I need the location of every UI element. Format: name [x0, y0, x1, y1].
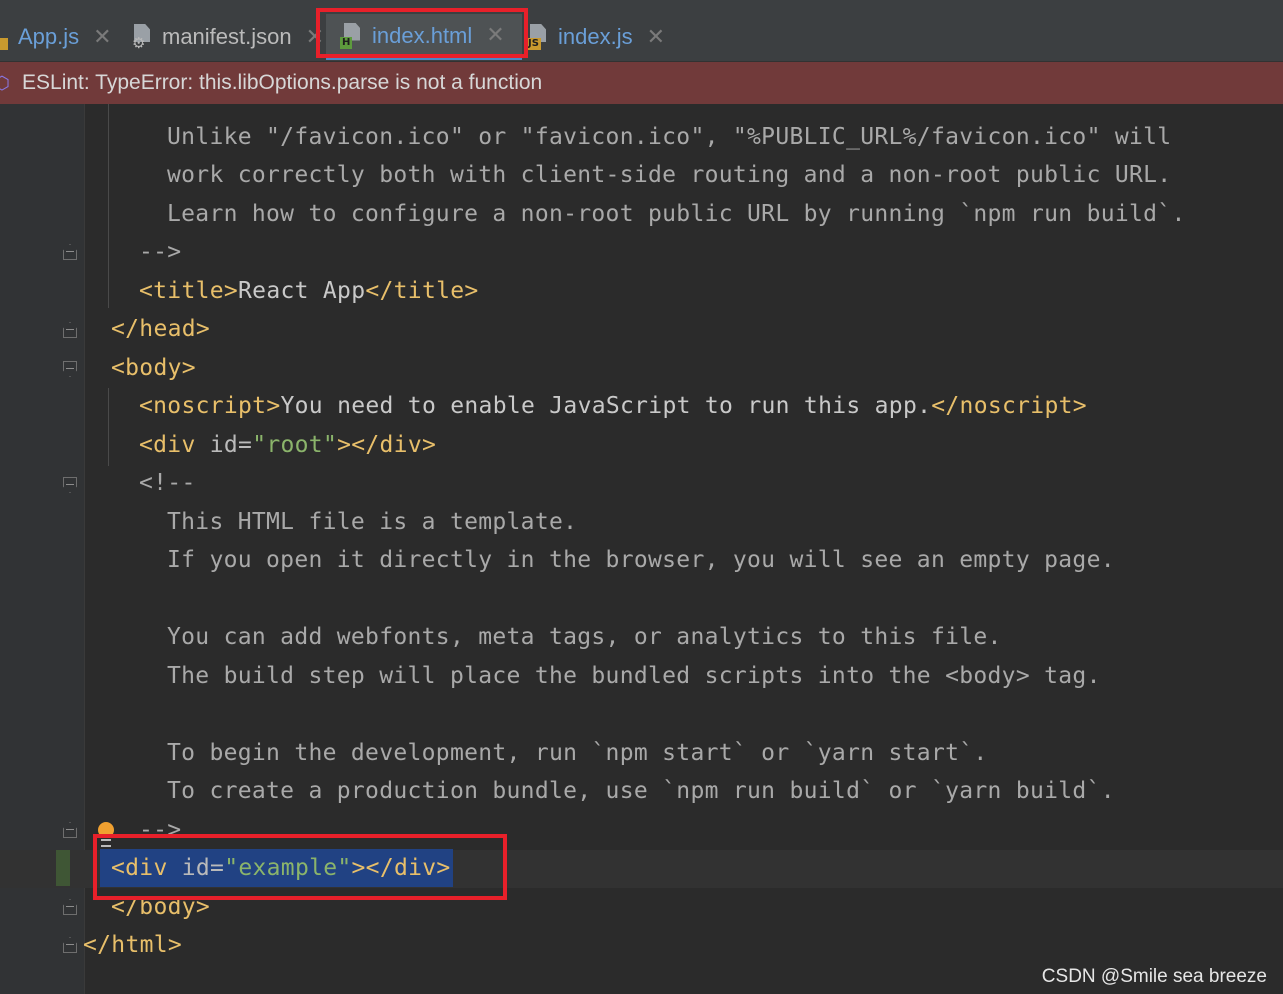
close-icon[interactable]: ✕ — [306, 25, 324, 50]
code-line: </body> — [111, 894, 211, 920]
menu-lines-icon — [101, 839, 111, 847]
code-line: <!-- — [139, 470, 196, 496]
json-file-icon: ⚙ — [130, 24, 154, 52]
indent-guide — [108, 104, 109, 308]
code-line: <title>React App</title> — [139, 278, 479, 304]
html-file-icon: H — [340, 22, 364, 49]
code-line: To create a production bundle, use `npm … — [167, 778, 1115, 804]
tab-label: index.js — [558, 24, 633, 49]
tab-label: manifest.json — [162, 24, 292, 49]
js-file-icon — [0, 24, 10, 50]
eslint-error-banner: ⬡ ESLint: TypeError: this.libOptions.par… — [0, 62, 1283, 104]
code-line: </head> — [111, 316, 211, 342]
code-line: The build step will place the bundled sc… — [167, 663, 1101, 689]
tab-index-html[interactable]: H index.html ✕ — [326, 14, 522, 60]
tab-label: index.html — [372, 22, 473, 48]
indent-guide — [108, 388, 109, 466]
code-line: To begin the development, run `npm start… — [167, 740, 988, 766]
code-line: <noscript>You need to enable JavaScript … — [139, 393, 1087, 419]
code-line: --> — [139, 239, 182, 265]
code-line: <body> — [111, 355, 196, 381]
eslint-icon: ⬡ — [0, 72, 10, 94]
close-icon[interactable]: ✕ — [647, 25, 665, 50]
js-file-icon: JS — [526, 24, 550, 50]
code-line: You can add webfonts, meta tags, or anal… — [167, 624, 1002, 650]
tab-label: App.js — [18, 24, 80, 49]
code-line: </html> — [83, 932, 183, 958]
code-line: Unlike "/favicon.ico" or "favicon.ico", … — [167, 124, 1172, 150]
lightbulb-icon[interactable] — [98, 822, 114, 838]
tab-app-js[interactable]: App.js ✕ — [0, 14, 112, 60]
code-line: --> — [139, 817, 182, 843]
banner-message: ESLint: TypeError: this.libOptions.parse… — [22, 71, 543, 94]
code-line: <div id="root"></div> — [139, 432, 437, 458]
code-line-selected: <div id="example"></div> — [100, 849, 453, 887]
tab-index-js[interactable]: JS index.js ✕ — [526, 14, 665, 60]
editor-tab-bar: App.js ✕ ⚙ manifest.json ✕ H index.html … — [0, 0, 1283, 62]
code-line: If you open it directly in the browser, … — [167, 547, 1115, 573]
tab-manifest-json[interactable]: ⚙ manifest.json ✕ — [130, 14, 324, 60]
close-icon[interactable]: ✕ — [486, 23, 504, 48]
watermark: CSDN @Smile sea breeze — [1041, 966, 1267, 987]
vcs-change-marker — [56, 850, 70, 886]
code-line: Learn how to configure a non-root public… — [167, 201, 1186, 227]
code-line: work correctly both with client-side rou… — [167, 162, 1172, 188]
close-icon[interactable]: ✕ — [93, 25, 111, 50]
code-line: This HTML file is a template. — [167, 509, 578, 535]
